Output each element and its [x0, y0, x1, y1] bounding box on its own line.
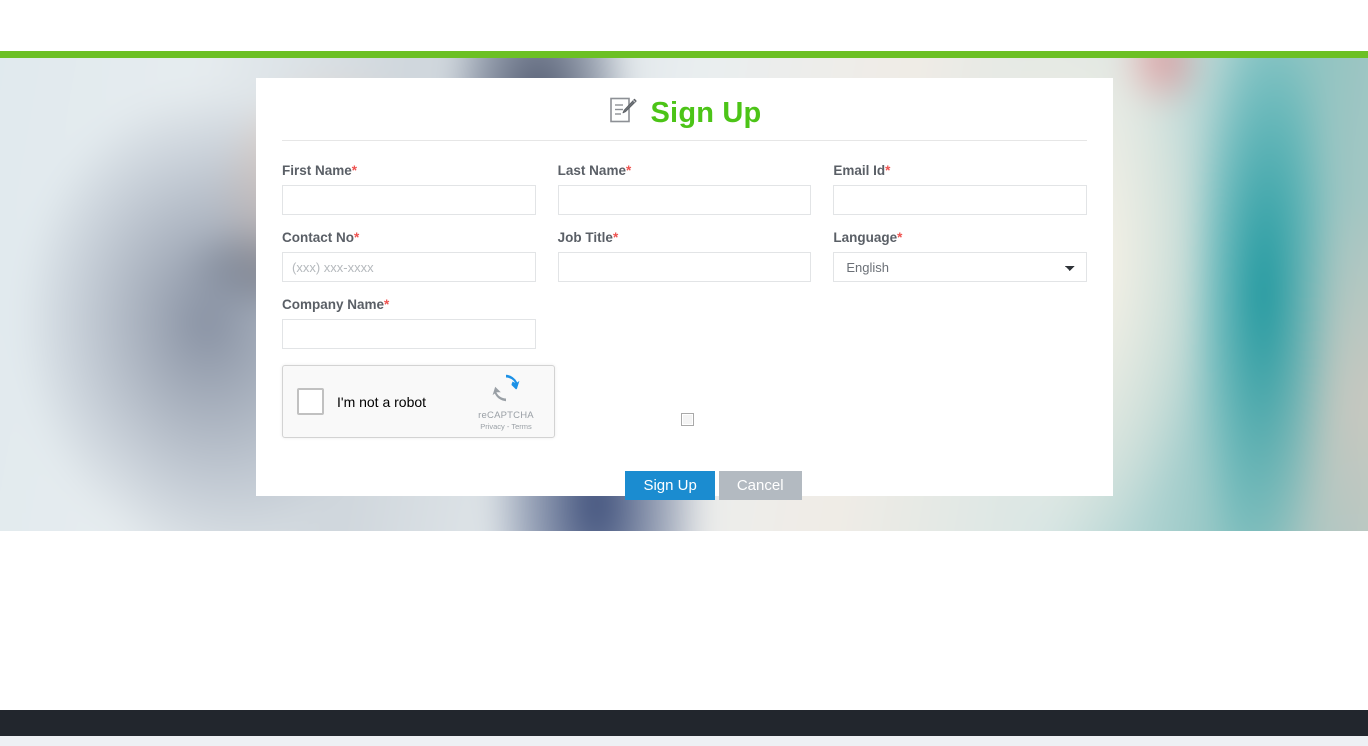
language-select[interactable]: English [833, 252, 1088, 282]
field-contact-no: Contact No* [282, 230, 536, 282]
email-id-label: Email Id* [833, 163, 891, 178]
recaptcha-widget[interactable]: I'm not a robot reCAPTCHA Privacy - Term… [282, 365, 555, 438]
required-marker: * [897, 230, 903, 245]
recaptcha-label: I'm not a robot [337, 393, 427, 410]
form-row-2: Contact No* Job Title* Language* English [282, 230, 1088, 282]
recaptcha-brand-name: reCAPTCHA [478, 410, 534, 422]
company-name-label: Company Name* [282, 297, 390, 312]
last-name-input[interactable] [557, 185, 812, 215]
required-marker: * [351, 163, 358, 178]
field-job-title: Job Title* [557, 230, 812, 282]
signup-page: Sign Up First Name* Last Name* Email Id* [0, 0, 1368, 746]
cancel-button[interactable]: Cancel [718, 471, 802, 500]
required-marker: * [612, 230, 619, 245]
consent-checkbox[interactable] [681, 413, 694, 426]
recaptcha-branding: reCAPTCHA Privacy - Terms [470, 372, 542, 431]
card-title: Sign Up [282, 78, 1087, 140]
signup-document-pencil-icon [608, 96, 638, 131]
first-name-label: First Name* [282, 163, 358, 178]
footer-bar [0, 710, 1368, 736]
field-last-name: Last Name* [557, 163, 812, 215]
recaptcha-legal-links[interactable]: Privacy - Terms [470, 422, 542, 431]
job-title-label: Job Title* [557, 230, 619, 245]
page-title: Sign Up [650, 96, 762, 129]
required-marker: * [384, 297, 390, 312]
last-name-label: Last Name* [557, 163, 632, 178]
form-row-1: First Name* Last Name* Email Id* [282, 163, 1088, 215]
company-name-input[interactable] [282, 319, 536, 349]
captcha-row: I'm not a robot reCAPTCHA Privacy - Term… [282, 365, 1087, 475]
field-language: Language* English [833, 230, 1088, 282]
form-actions: Sign Up Cancel [282, 471, 1087, 500]
contact-no-input[interactable] [282, 252, 536, 282]
recaptcha-checkbox[interactable] [297, 388, 324, 415]
field-company-name: Company Name* [282, 297, 536, 349]
green-accent-bar [0, 51, 1368, 58]
sign-up-button[interactable]: Sign Up [625, 471, 715, 500]
signup-form: First Name* Last Name* Email Id* Contact… [282, 141, 1088, 500]
first-name-input[interactable] [282, 185, 536, 215]
footer-bottom-strip [0, 736, 1368, 746]
field-email-id: Email Id* [833, 163, 1088, 215]
signup-card: Sign Up First Name* Last Name* Email Id* [256, 78, 1113, 500]
form-row-3: Company Name* [282, 297, 1087, 349]
required-marker: * [625, 163, 632, 178]
contact-no-label: Contact No* [282, 230, 360, 245]
required-marker: * [885, 163, 891, 178]
email-id-input[interactable] [833, 185, 1088, 215]
job-title-input[interactable] [557, 252, 812, 282]
field-first-name: First Name* [282, 163, 536, 215]
page-body-area [0, 531, 1368, 710]
language-label: Language* [833, 230, 903, 245]
page-header [0, 0, 1368, 51]
required-marker: * [354, 230, 360, 245]
recaptcha-refresh-arrows-icon [470, 372, 542, 409]
